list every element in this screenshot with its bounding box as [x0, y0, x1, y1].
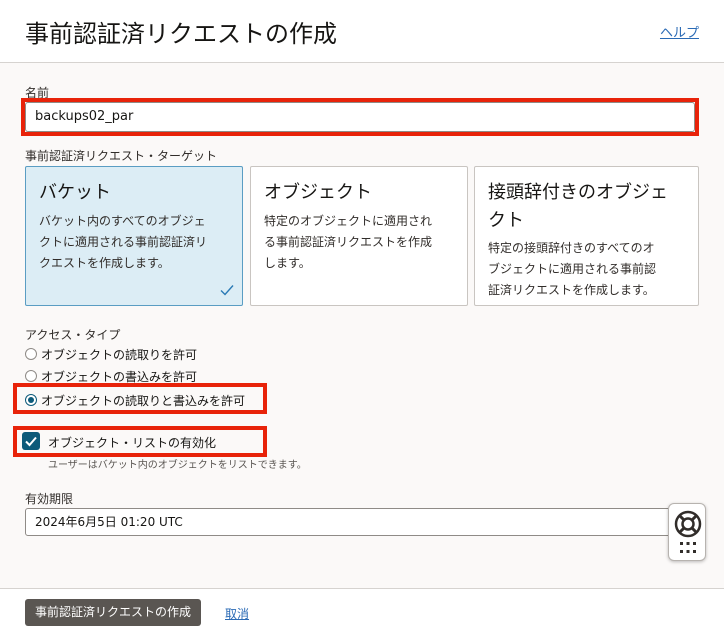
object-listing-label: オブジェクト・リストの有効化: [48, 436, 217, 450]
card-title: バケット: [39, 182, 111, 203]
target-label: 事前認証済リクエスト・ターゲット: [25, 149, 218, 163]
radio-read-write[interactable]: オブジェクトの読取りと書込みを許可: [25, 391, 245, 409]
name-label: 名前: [25, 86, 50, 100]
grid-dots-icon: [680, 542, 696, 553]
expiration-label: 有効期限: [25, 492, 74, 506]
card-title: オブジェクト: [264, 182, 372, 203]
object-listing-help: ユーザーはバケット内のオブジェクトをリストできます。: [48, 460, 307, 471]
expiration-input[interactable]: 2024年6月5日 01:20 UTC: [25, 508, 680, 536]
panel-footer: 事前認証済リクエストの作成 取消: [0, 588, 724, 633]
target-card-object[interactable]: オブジェクト 特定のオブジェクトに適用され る事前認証済リクエストを作成 します…: [250, 166, 468, 306]
checkmark-icon: [25, 436, 37, 447]
radio-button[interactable]: [25, 348, 37, 360]
target-card-bucket[interactable]: バケット バケット内のすべてのオブジェ クトに適用される事前認証済リ クエストを…: [25, 166, 243, 306]
object-listing-checkbox[interactable]: [22, 432, 40, 450]
radio-button[interactable]: [25, 394, 37, 406]
card-title: 接頭辞付きのオブジェ クト: [488, 182, 668, 231]
checkmark-icon: [220, 285, 234, 296]
radio-read[interactable]: オブジェクトの読取りを許可: [25, 345, 197, 363]
radio-label: オブジェクトの読取りを許可: [41, 347, 198, 362]
card-description: 特定のオブジェクトに適用され る事前認証済リクエストを作成 します。: [264, 214, 433, 270]
card-description: 特定の接頭辞付きのすべてのオ ブジェクトに適用される事前認 証済リクエストを作成…: [488, 241, 657, 297]
name-input[interactable]: backups02_par: [25, 102, 695, 132]
radio-label: オブジェクトの書込みを許可: [41, 369, 198, 384]
radio-write[interactable]: オブジェクトの書込みを許可: [25, 367, 197, 385]
cancel-link[interactable]: 取消: [225, 605, 249, 622]
target-card-prefix-objects[interactable]: 接頭辞付きのオブジェ クト 特定の接頭辞付きのすべてのオ ブジェクトに適用される…: [474, 166, 699, 306]
radio-button[interactable]: [25, 370, 37, 382]
lifebuoy-icon: [674, 510, 702, 538]
panel-header: 事前認証済リクエストの作成 ヘルプ: [0, 0, 724, 63]
radio-label: オブジェクトの読取りと書込みを許可: [41, 393, 246, 408]
help-link[interactable]: ヘルプ: [660, 22, 699, 41]
page-title: 事前認証済リクエストの作成: [25, 20, 337, 48]
help-widget[interactable]: [668, 503, 706, 561]
access-type-label: アクセス・タイプ: [25, 328, 121, 342]
card-description: バケット内のすべてのオブジェ クトに適用される事前認証済リ クエストを作成します…: [39, 214, 208, 270]
create-par-button[interactable]: 事前認証済リクエストの作成: [25, 599, 202, 626]
